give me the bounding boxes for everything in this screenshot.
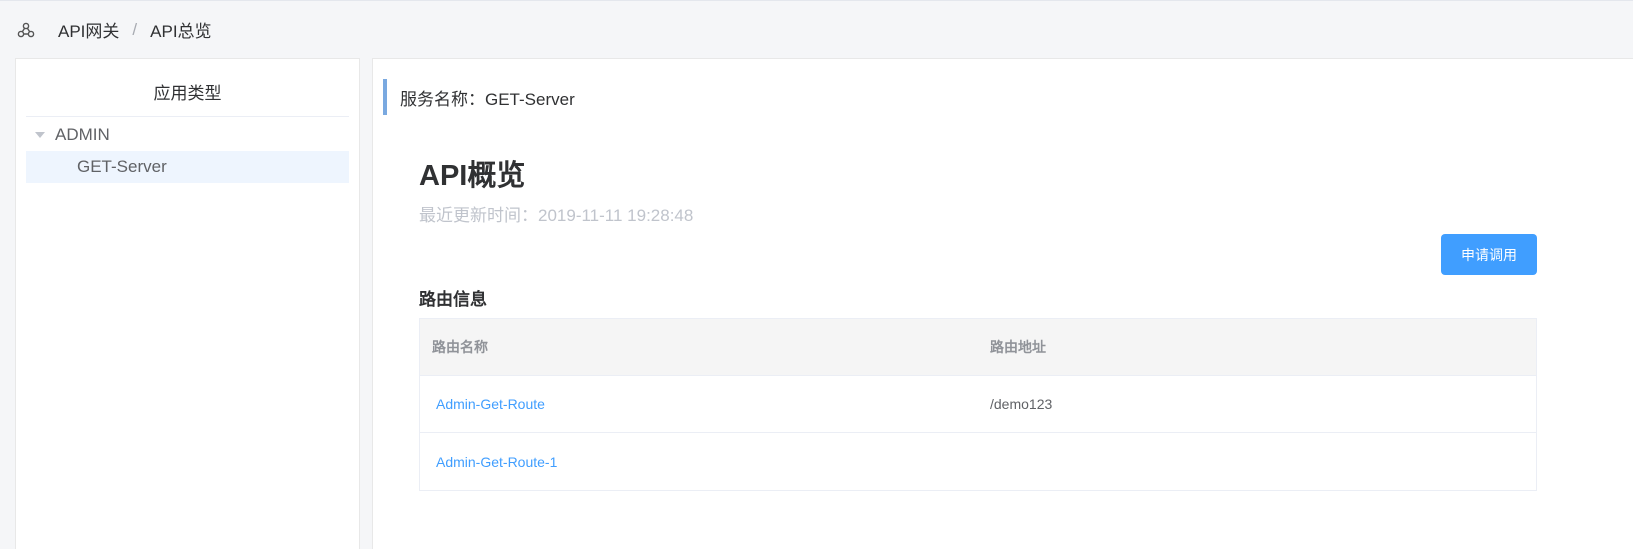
table-row: Admin-Get-Route /demo123	[420, 376, 1536, 433]
app-type-title: 应用类型	[26, 59, 349, 117]
tree-node-label: ADMIN	[55, 125, 110, 144]
caret-down-icon[interactable]	[35, 132, 45, 138]
breadcrumb-separator: /	[132, 19, 138, 39]
column-header-route-path: 路由地址	[990, 339, 1046, 355]
route-name-link[interactable]: Admin-Get-Route-1	[420, 454, 978, 470]
service-name-heading: 服务名称：GET-Server	[383, 79, 575, 115]
tree-node-get-server[interactable]: GET-Server	[26, 151, 349, 183]
last-updated-text: 最近更新时间：2019-11-11 19:28:48	[419, 206, 694, 225]
apply-call-button[interactable]: 申请调用	[1441, 234, 1537, 275]
route-name-link[interactable]: Admin-Get-Route	[420, 396, 978, 412]
route-table: 路由名称 路由地址 Admin-Get-Route /demo123 Admin…	[419, 318, 1537, 491]
breadcrumb: API网关 / API总览	[58, 17, 212, 42]
gateway-logo-icon[interactable]	[16, 20, 36, 40]
top-bar: API网关 / API总览	[0, 0, 1633, 58]
table-row: Admin-Get-Route-1	[420, 433, 1536, 490]
main-panel: 服务名称：GET-Server API概览 最近更新时间：2019-11-11 …	[372, 58, 1633, 549]
app-type-panel: 应用类型 ADMIN GET-Server	[15, 58, 360, 549]
tree-node-label: GET-Server	[77, 157, 167, 176]
breadcrumb-item-api-gateway[interactable]: API网关	[58, 17, 119, 42]
page-title: API概览	[419, 160, 526, 192]
route-path-cell: /demo123	[990, 396, 1053, 412]
breadcrumb-item-api-overview: API总览	[150, 22, 212, 41]
route-info-title: 路由信息	[419, 290, 487, 309]
tree-node-admin[interactable]: ADMIN	[26, 119, 349, 151]
column-header-route-name: 路由名称	[432, 339, 488, 355]
table-header-row: 路由名称 路由地址	[420, 319, 1536, 376]
